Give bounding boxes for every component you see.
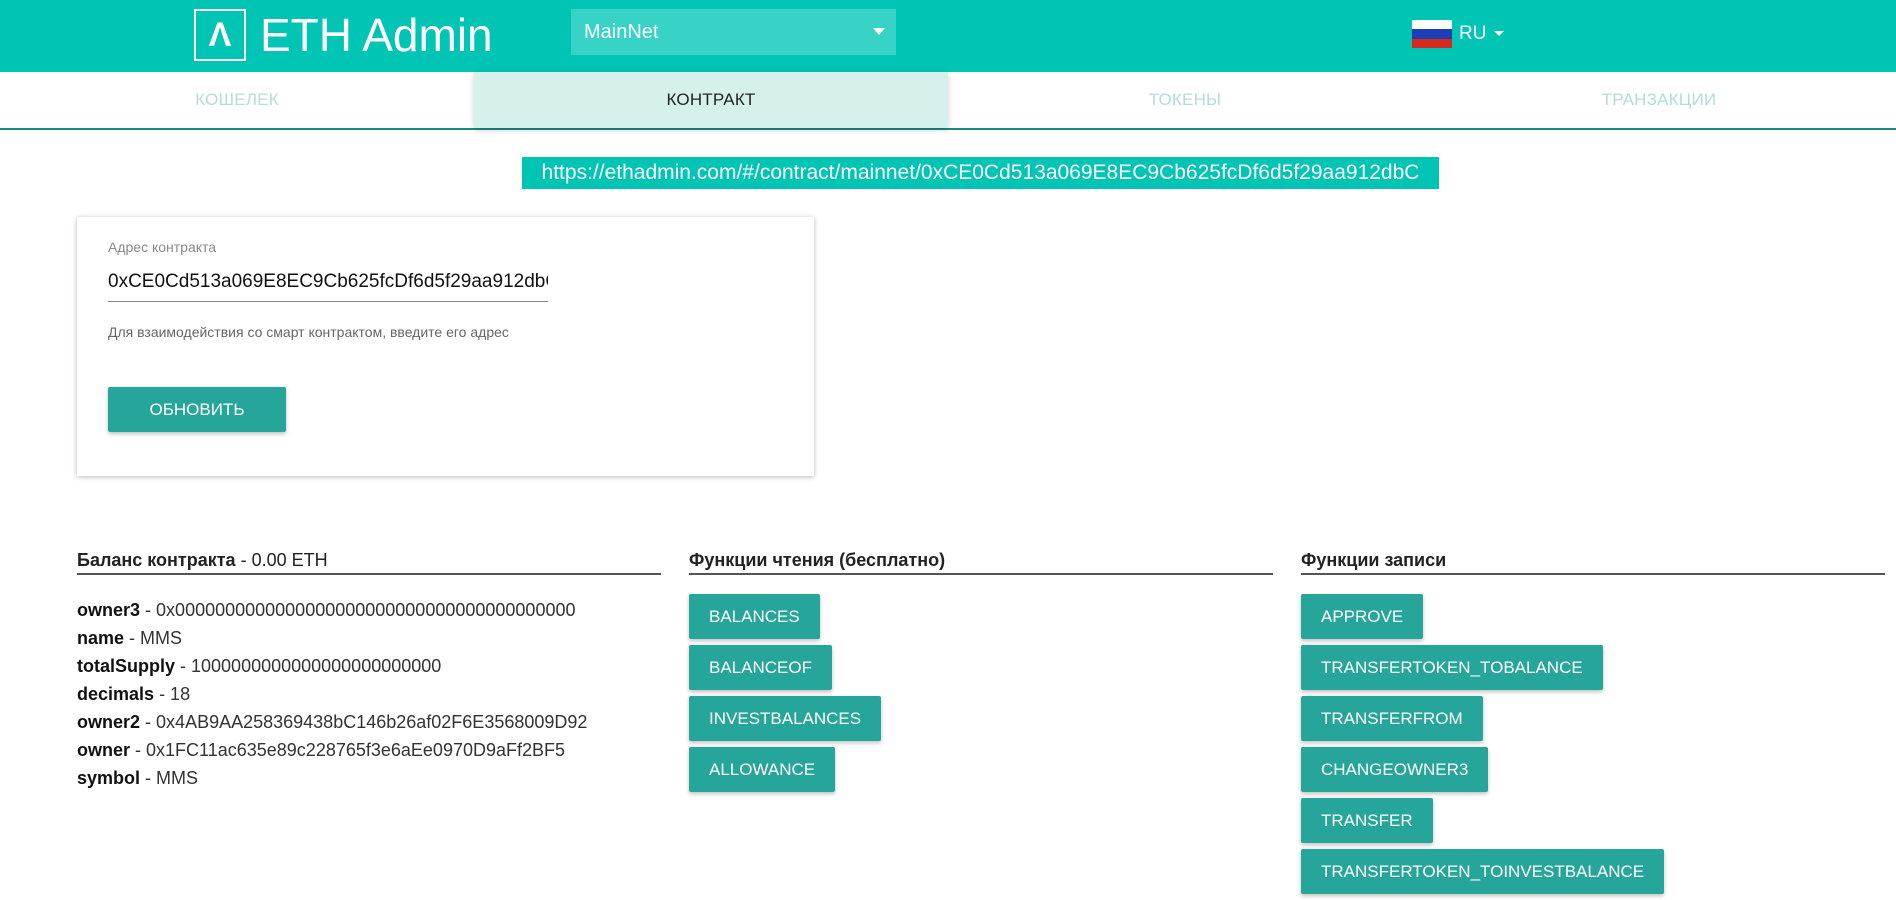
language-code: RU bbox=[1459, 23, 1487, 44]
property-row: decimals - 18 bbox=[77, 680, 587, 708]
write-functions-list: APPROVE TRANSFERTOKEN_TOBALANCE TRANSFER… bbox=[1301, 594, 1665, 900]
contract-balance-value: - 0.00 ETH bbox=[240, 550, 328, 570]
read-function-button[interactable]: INVESTBALANCES bbox=[689, 696, 882, 741]
write-function-button[interactable]: TRANSFERTOKEN_TOINVESTBALANCE bbox=[1301, 849, 1665, 894]
property-name: totalSupply bbox=[77, 656, 175, 676]
tab-transactions[interactable]: ТРАНЗАКЦИИ bbox=[1422, 72, 1896, 128]
write-function-button[interactable]: APPROVE bbox=[1301, 594, 1424, 639]
read-functions-heading: Функции чтения (бесплатно) bbox=[689, 545, 1273, 575]
brand[interactable]: Λ ETH Admin bbox=[194, 9, 493, 61]
property-row: symbol - MMS bbox=[77, 764, 587, 792]
contract-balance-label: Баланс контракта bbox=[77, 550, 236, 570]
network-select-value: MainNet bbox=[584, 20, 659, 43]
write-function-button[interactable]: TRANSFERTOKEN_TOBALANCE bbox=[1301, 645, 1603, 690]
app-title: ETH Admin bbox=[260, 9, 493, 61]
tab-label: КОШЕЛЕК bbox=[195, 90, 279, 109]
property-value: - 0x000000000000000000000000000000000000… bbox=[145, 600, 576, 620]
logo-letter: Λ bbox=[208, 16, 232, 54]
language-selector[interactable]: RU bbox=[1412, 20, 1505, 48]
write-function-button[interactable]: TRANSFER bbox=[1301, 798, 1433, 843]
read-function-button[interactable]: ALLOWANCE bbox=[689, 747, 836, 792]
write-functions-heading: Функции записи bbox=[1301, 545, 1885, 575]
property-row: totalSupply - 1000000000000000000000000 bbox=[77, 652, 587, 680]
property-row: owner3 - 0x00000000000000000000000000000… bbox=[77, 596, 587, 624]
property-row: owner2 - 0x4AB9AA258369438bC146b26af02F6… bbox=[77, 708, 587, 736]
property-row: owner - 0x1FC11ac635e89c228765f3e6aEe097… bbox=[77, 736, 587, 764]
refresh-button[interactable]: ОБНОВИТЬ bbox=[108, 387, 286, 432]
property-value: - MMS bbox=[129, 628, 183, 648]
contract-address-hint: Для взаимодействия со смарт контрактом, … bbox=[108, 324, 509, 340]
top-app-bar: Λ ETH Admin MainNet RU bbox=[0, 0, 1896, 72]
tab-label: КОНТРАКТ bbox=[666, 90, 756, 109]
write-function-button[interactable]: CHANGEOWNER3 bbox=[1301, 747, 1489, 792]
property-row: name - MMS bbox=[77, 624, 587, 652]
read-function-button[interactable]: BALANCEOF bbox=[689, 645, 832, 690]
property-value: - 0x4AB9AA258369438bC146b26af02F6E356800… bbox=[145, 712, 588, 732]
tab-wallet[interactable]: КОШЕЛЕК bbox=[0, 72, 474, 128]
property-name: owner3 bbox=[77, 600, 141, 620]
share-url-banner[interactable]: https://ethadmin.com/#/contract/mainnet/… bbox=[522, 157, 1439, 189]
property-name: owner bbox=[77, 740, 131, 760]
property-name: decimals bbox=[77, 684, 155, 704]
main-tabs: КОШЕЛЕК КОНТРАКТ ТОКЕНЫ ТРАНЗАКЦИИ bbox=[0, 72, 1896, 130]
read-functions-title: Функции чтения (бесплатно) bbox=[689, 550, 946, 570]
logo-icon: Λ bbox=[194, 9, 246, 61]
property-value: - 1000000000000000000000000 bbox=[180, 656, 442, 676]
write-functions-title: Функции записи bbox=[1301, 550, 1447, 570]
tab-label: ТРАНЗАКЦИИ bbox=[1601, 90, 1717, 109]
property-name: name bbox=[77, 628, 125, 648]
contract-properties: owner3 - 0x00000000000000000000000000000… bbox=[77, 596, 587, 792]
contract-address-label: Адрес контракта bbox=[108, 239, 217, 255]
russia-flag-icon bbox=[1412, 20, 1452, 48]
read-function-button[interactable]: BALANCES bbox=[689, 594, 820, 639]
property-value: - 0x1FC11ac635e89c228765f3e6aEe0970D9aFf… bbox=[135, 740, 566, 760]
chevron-down-icon bbox=[1494, 31, 1505, 36]
read-functions-list: BALANCES BALANCEOF INVESTBALANCES ALLOWA… bbox=[689, 594, 882, 798]
contract-address-input[interactable]: 0xCE0Cd513a069E8EC9Cb625fcDf6d5f29aa912d… bbox=[108, 271, 548, 302]
property-name: symbol bbox=[77, 768, 141, 788]
property-value: - 18 bbox=[159, 684, 191, 704]
write-function-button[interactable]: TRANSFERFROM bbox=[1301, 696, 1483, 741]
contract-address-card: Адрес контракта 0xCE0Cd513a069E8EC9Cb625… bbox=[77, 217, 814, 476]
chevron-down-icon bbox=[873, 28, 885, 35]
network-select[interactable]: MainNet bbox=[571, 9, 896, 55]
tab-tokens[interactable]: ТОКЕНЫ bbox=[948, 72, 1422, 128]
property-name: owner2 bbox=[77, 712, 141, 732]
tab-contract[interactable]: КОНТРАКТ bbox=[474, 72, 948, 128]
property-value: - MMS bbox=[145, 768, 199, 788]
tab-label: ТОКЕНЫ bbox=[1148, 90, 1222, 109]
contract-balance-heading: Баланс контракта - 0.00 ETH bbox=[77, 545, 661, 575]
